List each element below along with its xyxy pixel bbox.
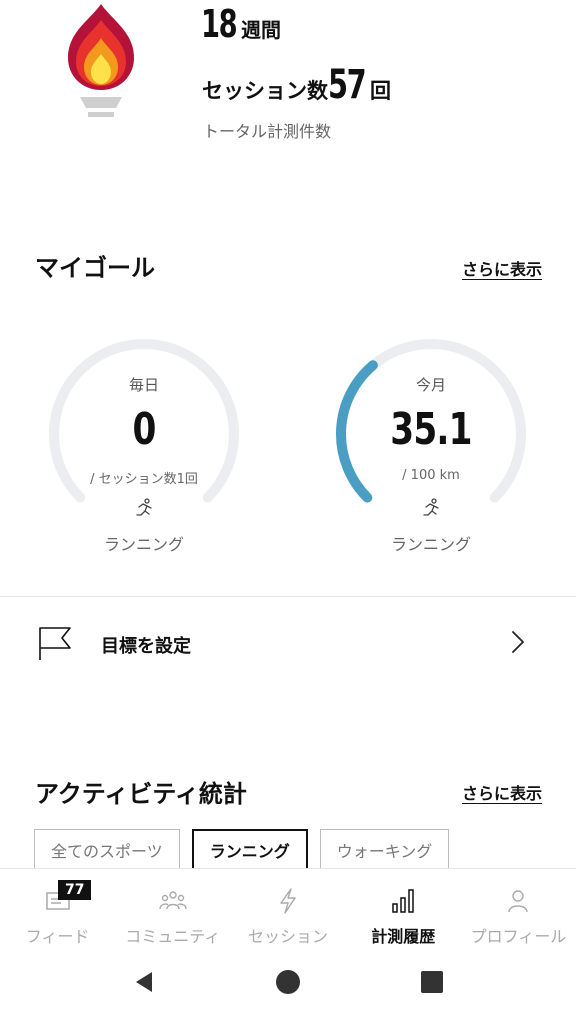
set-goal-row[interactable]: 目標を設定 [0,610,576,676]
flame-trophy-icon [68,4,134,117]
monthly-goal-card[interactable]: 今月 35.1 / 100 km ランニング [331,334,531,564]
streak-header: 18 週間 セッション数 57 回 トータル計測件数 [0,0,576,150]
nav-item-session[interactable]: セッション [230,869,345,952]
total-count-subtitle: トータル計測件数 [203,122,332,141]
recents-icon[interactable] [418,968,446,996]
nav-label: セッション [248,927,329,946]
nav-label: 計測履歴 [371,927,436,946]
goal-value: 35.1 [390,404,472,455]
bottom-nav: 77 フィード コミュニティ セッション 計測履歴 プロフィール [0,868,576,952]
goal-period: 毎日 [128,376,159,394]
nav-item-history[interactable]: 計測履歴 [346,869,461,952]
goal-sport: ランニング [103,535,184,554]
goal-value: 0 [132,404,156,455]
running-icon [423,498,439,516]
filter-chip-walking[interactable]: ウォーキング [319,829,450,871]
my-goal-more-link[interactable]: さらに表示 [462,256,542,280]
system-nav-bar [0,952,576,1015]
my-goal-title: マイゴール [35,254,155,282]
weeks-value: 18 [201,2,238,46]
running-icon [136,498,152,516]
set-goal-label: 目標を設定 [101,636,191,657]
sessions-value: 57 [328,62,367,108]
section-divider [0,596,576,597]
filter-chip-running[interactable]: ランニング [191,829,308,871]
nav-label: フィード [25,927,90,946]
nav-label: プロフィール [470,927,567,946]
sport-filter-chips: 全てのスポーツ ランニング ウォーキング [34,829,450,871]
nav-label: コミュニティ [125,927,221,946]
community-icon [159,891,187,910]
profile-icon [508,890,529,913]
home-icon[interactable] [274,968,302,996]
nav-item-profile[interactable]: プロフィール [461,869,576,952]
goal-target: / セッション数1回 [90,472,198,487]
nav-item-feed[interactable]: 77 フィード [0,869,115,952]
bar-chart-icon [392,889,414,913]
sessions-label: セッション数 [202,79,328,103]
activity-stats-more-link[interactable]: さらに表示 [462,780,542,804]
weeks-unit: 週間 [241,18,281,42]
sessions-unit: 回 [370,79,391,103]
back-icon[interactable] [130,968,158,996]
activity-stats-title: アクティビティ統計 [35,780,247,808]
lightning-icon [280,888,296,914]
goal-period: 今月 [415,376,446,394]
daily-goal-card[interactable]: 毎日 0 / セッション数1回 ランニング [44,334,244,564]
goal-target: / 100 km [402,468,460,483]
chevron-right-icon [512,631,524,653]
flag-icon [39,627,71,660]
feed-badge: 77 [58,880,92,900]
nav-item-community[interactable]: コミュニティ [115,869,230,952]
filter-chip-all-sports[interactable]: 全てのスポーツ [34,829,180,871]
goal-sport: ランニング [390,535,471,554]
